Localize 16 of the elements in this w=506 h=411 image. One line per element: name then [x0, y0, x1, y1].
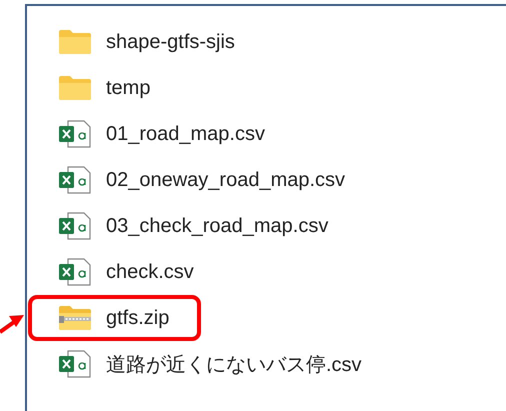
spreadsheet-file-icon [58, 166, 92, 194]
file-name[interactable]: gtfs.zip [106, 306, 170, 330]
zipped-folder-icon [58, 305, 92, 331]
file-name[interactable]: 02_oneway_road_map.csv [106, 168, 346, 192]
spreadsheet-file-icon [58, 212, 92, 240]
file-name[interactable]: 道路が近くにないバス停.csv [106, 350, 362, 378]
folder-icon [58, 29, 92, 55]
file-name[interactable]: 01_road_map.csv [106, 122, 265, 146]
file-name[interactable]: temp [106, 76, 150, 100]
file-name[interactable]: shape-gtfs-sjis [106, 30, 235, 54]
spreadsheet-file-icon [58, 120, 92, 148]
file-name[interactable]: 03_check_road_map.csv [106, 214, 328, 238]
file-name[interactable]: check.csv [106, 260, 194, 284]
spreadsheet-file-icon [58, 258, 92, 286]
spreadsheet-file-icon [58, 350, 92, 378]
folder-icon [58, 75, 92, 101]
